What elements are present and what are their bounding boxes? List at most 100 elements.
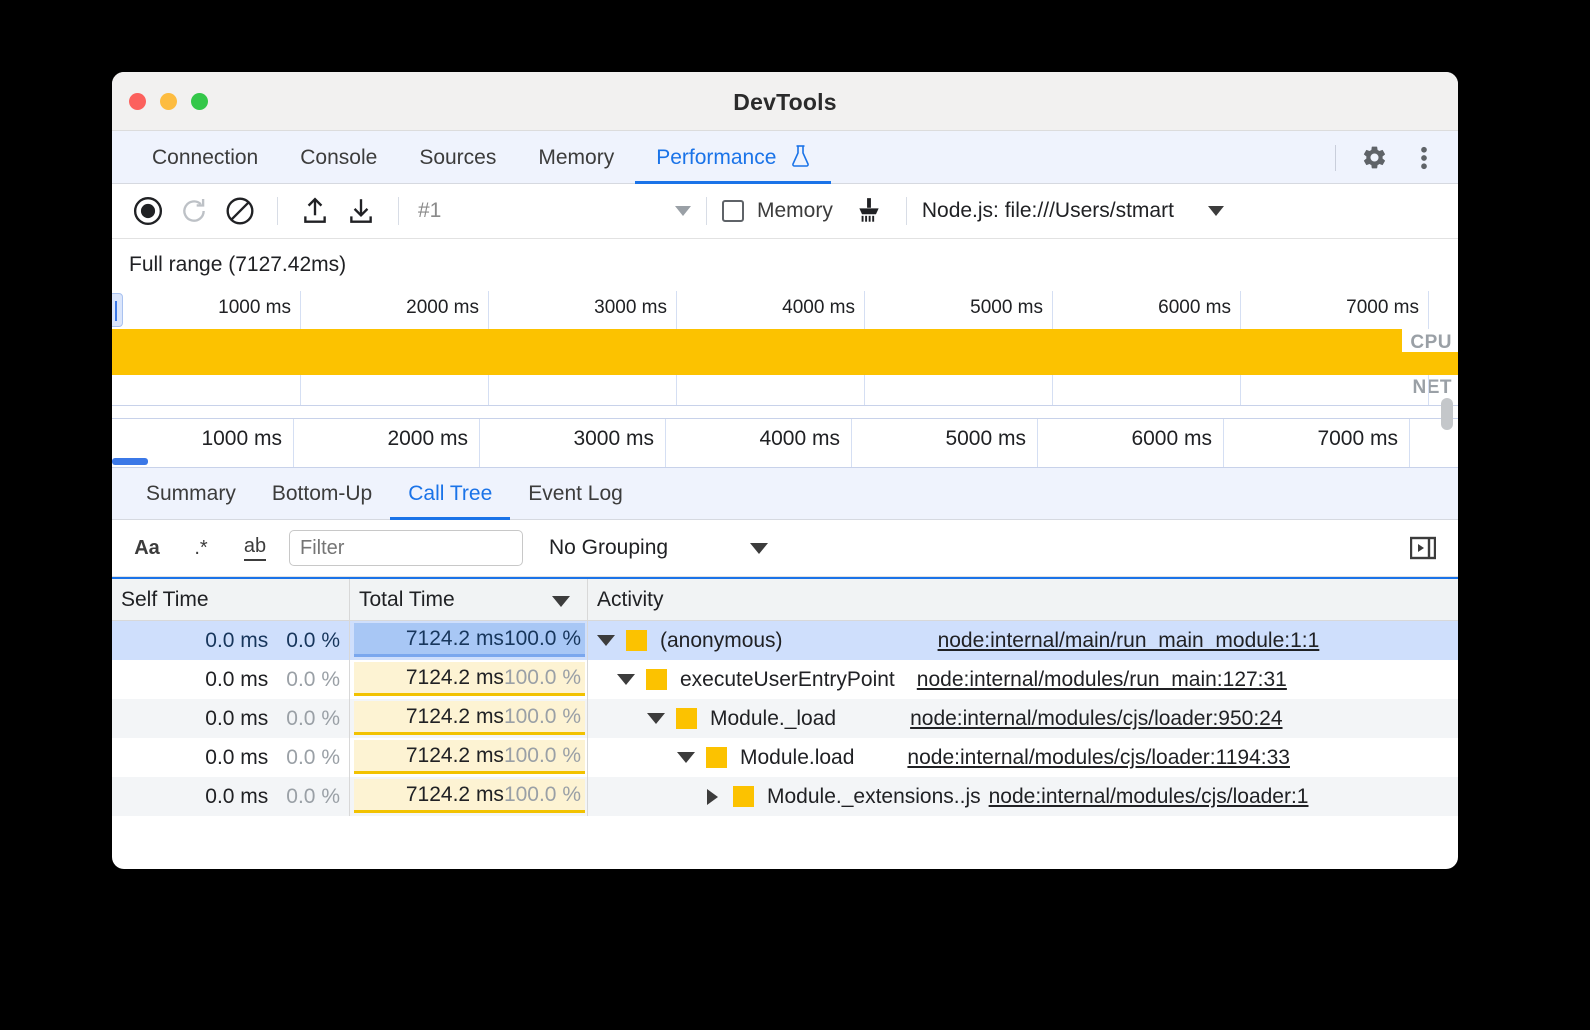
cell-total-time: 7124.2 ms 100.0 % [350,660,588,699]
overview-tick-5: 5000 ms [970,297,1052,319]
expand-collapse-icon[interactable] [597,635,615,646]
expand-collapse-icon[interactable] [647,713,665,724]
cell-total-time: 7124.2 ms 100.0 % [350,738,588,777]
column-header-activity[interactable]: Activity [588,579,1458,621]
tab-call-tree[interactable]: Call Tree [390,468,510,520]
cell-total-time: 7124.2 ms 100.0 % [350,777,588,816]
total-time-ms: 7124.2 ms [406,627,504,651]
toolbar-divider-1 [277,197,278,225]
table-empty-area [112,816,1458,845]
memory-checkbox[interactable] [722,200,744,222]
category-color-swatch [733,786,754,807]
session-selector-label[interactable]: #1 [418,199,673,223]
activity-source-link[interactable]: node:internal/modules/run_main:127:31 [917,668,1287,692]
table-row[interactable]: 0.0 ms 0.0 % 7124.2 ms 100.0 % executeUs… [112,660,1458,699]
toolbar-divider-2 [398,197,399,225]
tab-call-tree-label: Call Tree [408,482,492,505]
full-range-label: Full range (7127.42ms) [129,253,346,277]
brush-icon[interactable] [847,189,891,233]
total-time-pct: 100.0 % [504,744,581,768]
ruler-tick-4: 4000 ms [759,427,851,451]
self-time-pct: 0.0 % [286,785,340,809]
show-sidebar-icon[interactable] [1410,535,1436,561]
chevron-down-icon-grouping[interactable] [750,543,768,554]
filter-input[interactable] [289,530,523,566]
total-time-ms: 7124.2 ms [406,705,504,729]
grouping-selector-label[interactable]: No Grouping [549,536,668,560]
window-titlebar: DevTools [112,72,1458,131]
timeline-ruler: 1000 ms 2000 ms 3000 ms 4000 ms 5000 ms … [112,419,1458,468]
record-icon[interactable] [126,189,170,233]
expand-collapse-icon[interactable] [617,674,635,685]
cell-activity: (anonymous) node:internal/main/run_main_… [588,621,1458,660]
devtools-window: DevTools Connection Console Sources Memo… [112,72,1458,869]
flask-icon [791,147,810,169]
table-row[interactable]: 0.0 ms 0.0 % 7124.2 ms 100.0 % (anonymou… [112,621,1458,660]
cell-activity: Module.load node:internal/modules/cjs/lo… [588,738,1458,777]
total-time-ms: 7124.2 ms [406,744,504,768]
tab-summary[interactable]: Summary [128,468,254,520]
timeline-horizontal-scrollbar[interactable] [112,458,148,465]
column-header-self-time[interactable]: Self Time [112,579,350,621]
tab-memory-label: Memory [538,146,614,169]
net-track-label: NET [1413,377,1453,399]
cell-self-time: 0.0 ms 0.0 % [112,660,350,699]
tab-connection-label: Connection [152,146,258,169]
kebab-menu-icon[interactable] [1402,136,1446,180]
regex-icon[interactable]: .* [180,527,222,569]
total-time-pct: 100.0 % [504,627,581,651]
column-header-total-time[interactable]: Total Time [350,579,588,621]
detail-tabstrip: Summary Bottom-Up Call Tree Event Log [112,468,1458,520]
cell-activity: Module._load node:internal/modules/cjs/l… [588,699,1458,738]
expand-collapse-icon[interactable] [677,752,695,763]
activity-name: Module._extensions..js [767,785,981,809]
table-row[interactable]: 0.0 ms 0.0 % 7124.2 ms 100.0 % Module.lo… [112,738,1458,777]
record-toolbar: #1 Memory Node.js: file:///Users/stmart [112,184,1458,239]
memory-label: Memory [757,199,833,223]
tab-console[interactable]: Console [279,131,398,184]
match-case-icon[interactable]: Aa [126,527,168,569]
upload-profile-icon[interactable] [293,189,337,233]
tab-sources[interactable]: Sources [398,131,517,184]
tab-event-log[interactable]: Event Log [510,468,641,520]
chevron-down-icon-session[interactable] [675,206,691,216]
table-row[interactable]: 0.0 ms 0.0 % 7124.2 ms 100.0 % Module._l… [112,699,1458,738]
tab-bottom-up[interactable]: Bottom-Up [254,468,390,520]
whole-word-icon[interactable]: ab [234,527,276,569]
gear-icon[interactable] [1352,136,1396,180]
table-row[interactable]: 0.0 ms 0.0 % 7124.2 ms 100.0 % Module._e… [112,777,1458,816]
activity-source-link[interactable]: node:internal/modules/cjs/loader:950:24 [910,707,1282,731]
overview-vertical-scrollbar[interactable] [1441,398,1453,430]
chevron-down-icon-target[interactable] [1208,206,1224,216]
overview-tick-2: 2000 ms [406,297,488,319]
cell-activity: executeUserEntryPoint node:internal/modu… [588,660,1458,699]
reload-icon[interactable] [172,189,216,233]
self-time-pct: 0.0 % [286,629,340,653]
filter-toolbar: Aa .* ab No Grouping [112,520,1458,577]
tab-memory[interactable]: Memory [517,131,635,184]
cpu-track-label: CPU [1410,332,1452,354]
column-header-total-time-label: Total Time [359,588,455,611]
category-color-swatch [706,747,727,768]
activity-source-link[interactable]: node:internal/main/run_main_module:1:1 [938,629,1320,653]
timeline-overview[interactable]: 1000 ms 2000 ms 3000 ms 4000 ms 5000 ms … [112,291,1458,419]
expand-collapse-icon[interactable] [707,789,718,805]
self-time-pct: 0.0 % [286,707,340,731]
target-selector-label[interactable]: Node.js: file:///Users/stmart [922,199,1174,223]
clear-icon[interactable] [218,189,262,233]
activity-name: Module.load [740,746,854,770]
tab-performance[interactable]: Performance [635,131,831,184]
range-handle-left[interactable] [112,293,123,327]
overview-tick-7: 7000 ms [1346,297,1428,319]
ruler-tick-2: 2000 ms [387,427,479,451]
full-range-header: Full range (7127.42ms) [112,239,1458,291]
ruler-tick-7: 7000 ms [1317,427,1409,451]
activity-source-link[interactable]: node:internal/modules/cjs/loader:1194:33 [907,746,1290,770]
activity-source-link[interactable]: node:internal/modules/cjs/loader:1 [989,785,1309,809]
total-time-pct: 100.0 % [504,666,581,690]
overview-tick-1: 1000 ms [218,297,300,319]
activity-name: (anonymous) [660,629,783,653]
download-profile-icon[interactable] [339,189,383,233]
total-time-ms: 7124.2 ms [406,783,504,807]
tab-connection[interactable]: Connection [131,131,279,184]
